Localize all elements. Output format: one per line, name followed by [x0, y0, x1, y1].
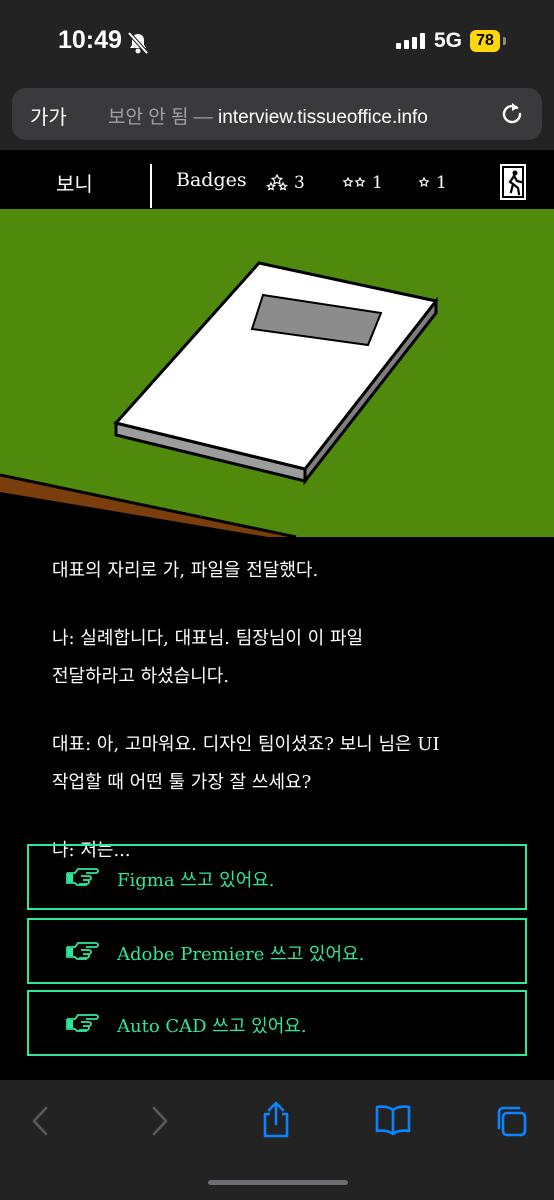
bell-muted-icon [127, 32, 149, 54]
back-chevron-icon[interactable] [28, 1104, 54, 1138]
not-secure-label: 보안 안 됨 — [108, 107, 219, 128]
one-star-icon [418, 177, 430, 188]
header-divider [150, 164, 152, 208]
status-bar: 10:49 5G 78 [0, 0, 554, 84]
dialogue-line: 대표: 아, 고마워요. 디자인 팀이셨죠? 보니 님은 UI 작업할 때 어떤… [52, 734, 440, 793]
address-bar[interactable]: 가가 보안 안 됨 — interview.tissueoffice.info [12, 88, 542, 140]
choice-option-premiere[interactable]: Adobe Premiere 쓰고 있어요. [27, 918, 527, 984]
network-type: 5G [434, 29, 463, 52]
badge-count: 1 [436, 173, 447, 193]
tabs-icon[interactable] [494, 1104, 528, 1138]
choice-label: Adobe Premiere 쓰고 있어요. [117, 944, 365, 965]
pointing-hand-icon [66, 868, 99, 886]
pointing-hand-icon [66, 1014, 99, 1032]
exit-door-icon[interactable] [500, 164, 526, 200]
home-indicator [208, 1180, 348, 1185]
url-host: interview.tissueoffice.info [218, 107, 428, 128]
three-stars-icon [266, 174, 288, 191]
narration-line: 대표의 자리로 가, 파일을 전달했다. [52, 560, 319, 581]
badge-count: 1 [372, 173, 383, 193]
choice-option-figma[interactable]: Figma 쓰고 있어요. [27, 844, 527, 910]
badge-three-star: 3 [266, 173, 305, 193]
page-settings-button[interactable]: 가가 [30, 101, 67, 130]
forward-chevron-icon[interactable] [146, 1104, 172, 1138]
reload-icon[interactable] [498, 100, 526, 128]
choice-option-autocad[interactable]: Auto CAD 쓰고 있어요. [27, 990, 527, 1056]
badge-one-star: 1 [418, 173, 447, 193]
dialogue-line: 나: 실례합니다, 대표님. 팀장님이 이 파일 전달하라고 하셨습니다. [52, 628, 364, 687]
pointing-hand-icon [66, 942, 99, 960]
badge-two-star: 1 [342, 173, 383, 193]
game-header: 보니 Badges 3 1 1 [0, 150, 554, 212]
badges-label: Badges [176, 169, 247, 191]
address-bar-area: 가가 보안 안 됨 — interview.tissueoffice.info [0, 84, 554, 150]
choice-label: Figma 쓰고 있어요. [117, 870, 275, 891]
badge-count: 3 [294, 173, 305, 193]
battery-level: 78 [470, 30, 500, 52]
choice-label: Auto CAD 쓰고 있어요. [117, 1016, 307, 1037]
player-name: 보니 [56, 172, 93, 196]
share-icon[interactable] [260, 1100, 292, 1140]
two-stars-icon [342, 177, 366, 188]
status-time: 10:49 [58, 26, 122, 54]
url-text[interactable]: 보안 안 됨 — interview.tissueoffice.info [108, 102, 428, 129]
cellular-signal-icon [396, 33, 425, 49]
battery-tip [503, 37, 506, 45]
game-scene [0, 209, 554, 537]
bookmarks-icon[interactable] [374, 1104, 412, 1136]
